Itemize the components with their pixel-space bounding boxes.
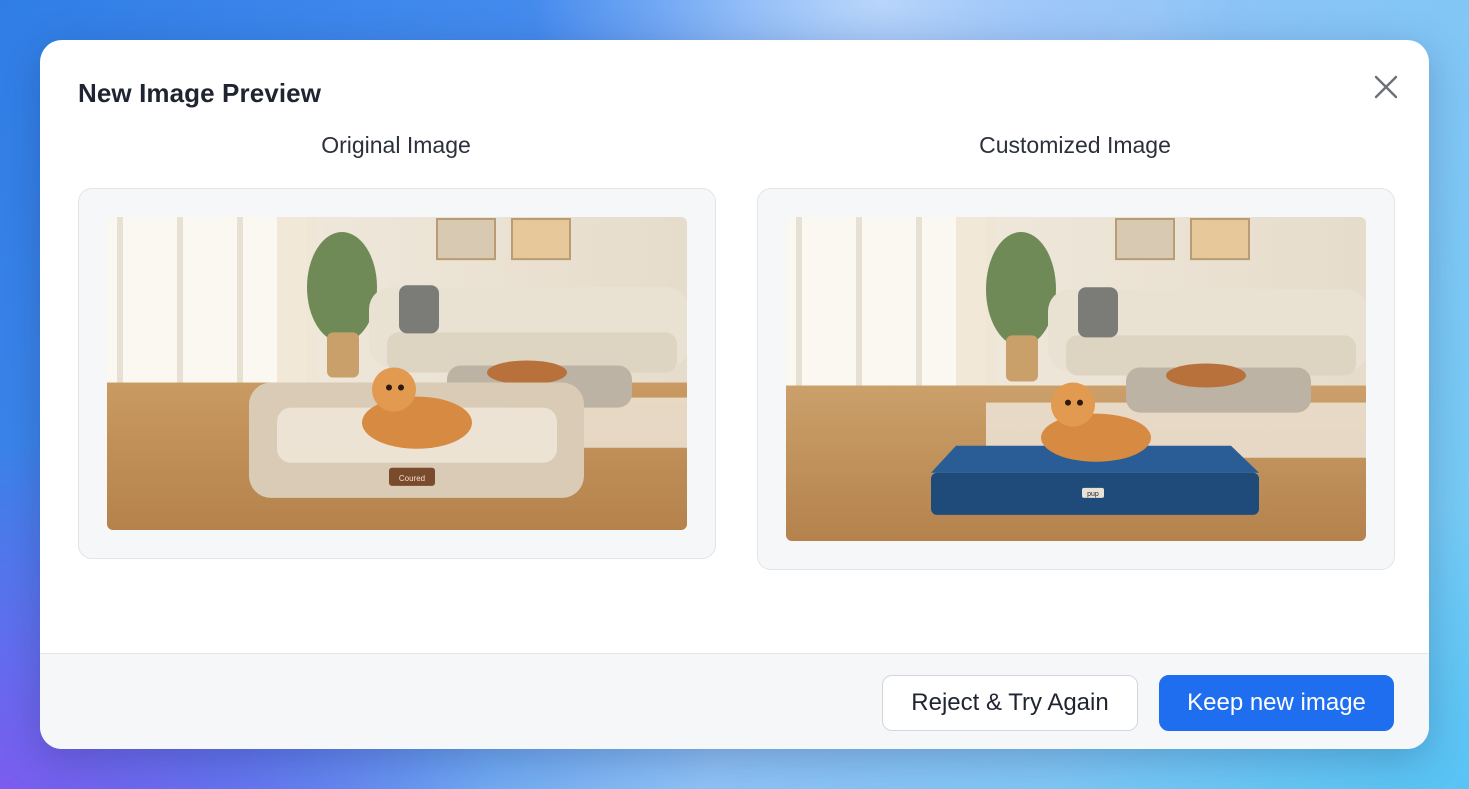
original-bed-label: Coured [399, 474, 425, 483]
image-preview-dialog: New Image Preview Original Image Coured … [40, 40, 1429, 749]
customized-image-panel: pup [757, 188, 1395, 570]
dialog-title: New Image Preview [78, 78, 322, 108]
customized-bed-label: pup [1087, 491, 1099, 498]
customized-image: pup [786, 217, 1366, 541]
original-image-label: Original Image [321, 132, 471, 158]
original-image: Coured [107, 217, 687, 530]
original-image-panel: Coured [78, 188, 716, 559]
keep-new-image-button[interactable]: Keep new image [1159, 675, 1394, 731]
reject-try-again-button[interactable]: Reject & Try Again [882, 675, 1138, 731]
customized-image-label: Customized Image [979, 132, 1171, 158]
dialog-footer: Reject & Try Again Keep new image [40, 653, 1429, 749]
close-button[interactable] [1369, 70, 1403, 104]
close-icon [1374, 75, 1398, 99]
